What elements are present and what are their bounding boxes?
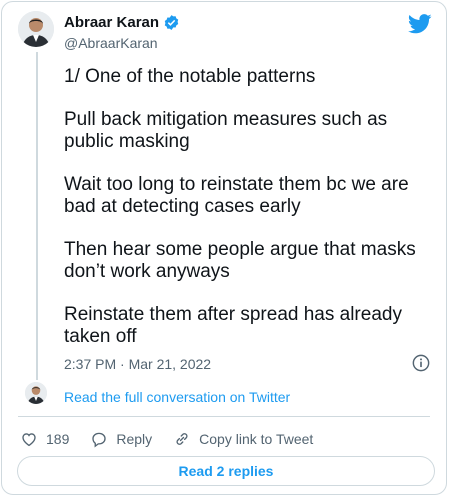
tweet-timestamp[interactable]: 2:37 PM · Mar 21, 2022 [64, 356, 211, 372]
like-count: 189 [46, 431, 70, 447]
reply-button[interactable]: Reply [90, 430, 152, 448]
like-button[interactable]: 189 [20, 430, 69, 448]
twitter-bird-icon[interactable] [408, 14, 432, 34]
avatar[interactable] [18, 11, 54, 47]
thread-line [36, 52, 38, 380]
verified-badge-icon [164, 15, 179, 30]
tweet-paragraph: 1/ One of the notable patterns [64, 66, 316, 87]
read-replies-button[interactable]: Read 2 replies [17, 456, 435, 486]
divider [18, 416, 430, 417]
tweet-paragraph: Then hear some people argue that masks d… [64, 239, 416, 282]
author-name[interactable]: Abraar Karan [64, 14, 180, 31]
author-handle[interactable]: @AbraarKaran [64, 35, 158, 51]
link-icon [176, 433, 188, 445]
avatar-small[interactable] [25, 382, 47, 404]
action-bar: 189 Reply Copy link to Tweet [20, 430, 334, 448]
tweet-paragraph: Wait too long to reinstate them bc we ar… [64, 174, 409, 217]
heart-icon [22, 433, 36, 447]
tweet-paragraph: Pull back mitigation measures such as pu… [64, 109, 388, 152]
author-name-text[interactable]: Abraar Karan [64, 14, 159, 31]
read-conversation-link[interactable]: Read the full conversation on Twitter [64, 389, 290, 405]
copy-link-button[interactable]: Copy link to Tweet [173, 430, 313, 448]
tweet-card: Abraar Karan @AbraarKaran 1/ One of the … [1, 1, 447, 495]
copy-link-label: Copy link to Tweet [199, 431, 314, 447]
tweet-paragraph: Reinstate them after spread has already … [64, 304, 402, 347]
reply-bubble-icon [92, 432, 107, 448]
reply-label: Reply [116, 431, 153, 447]
tweet-text: 1/ One of the notable patterns Pull back… [64, 66, 434, 369]
info-icon[interactable] [412, 354, 430, 372]
